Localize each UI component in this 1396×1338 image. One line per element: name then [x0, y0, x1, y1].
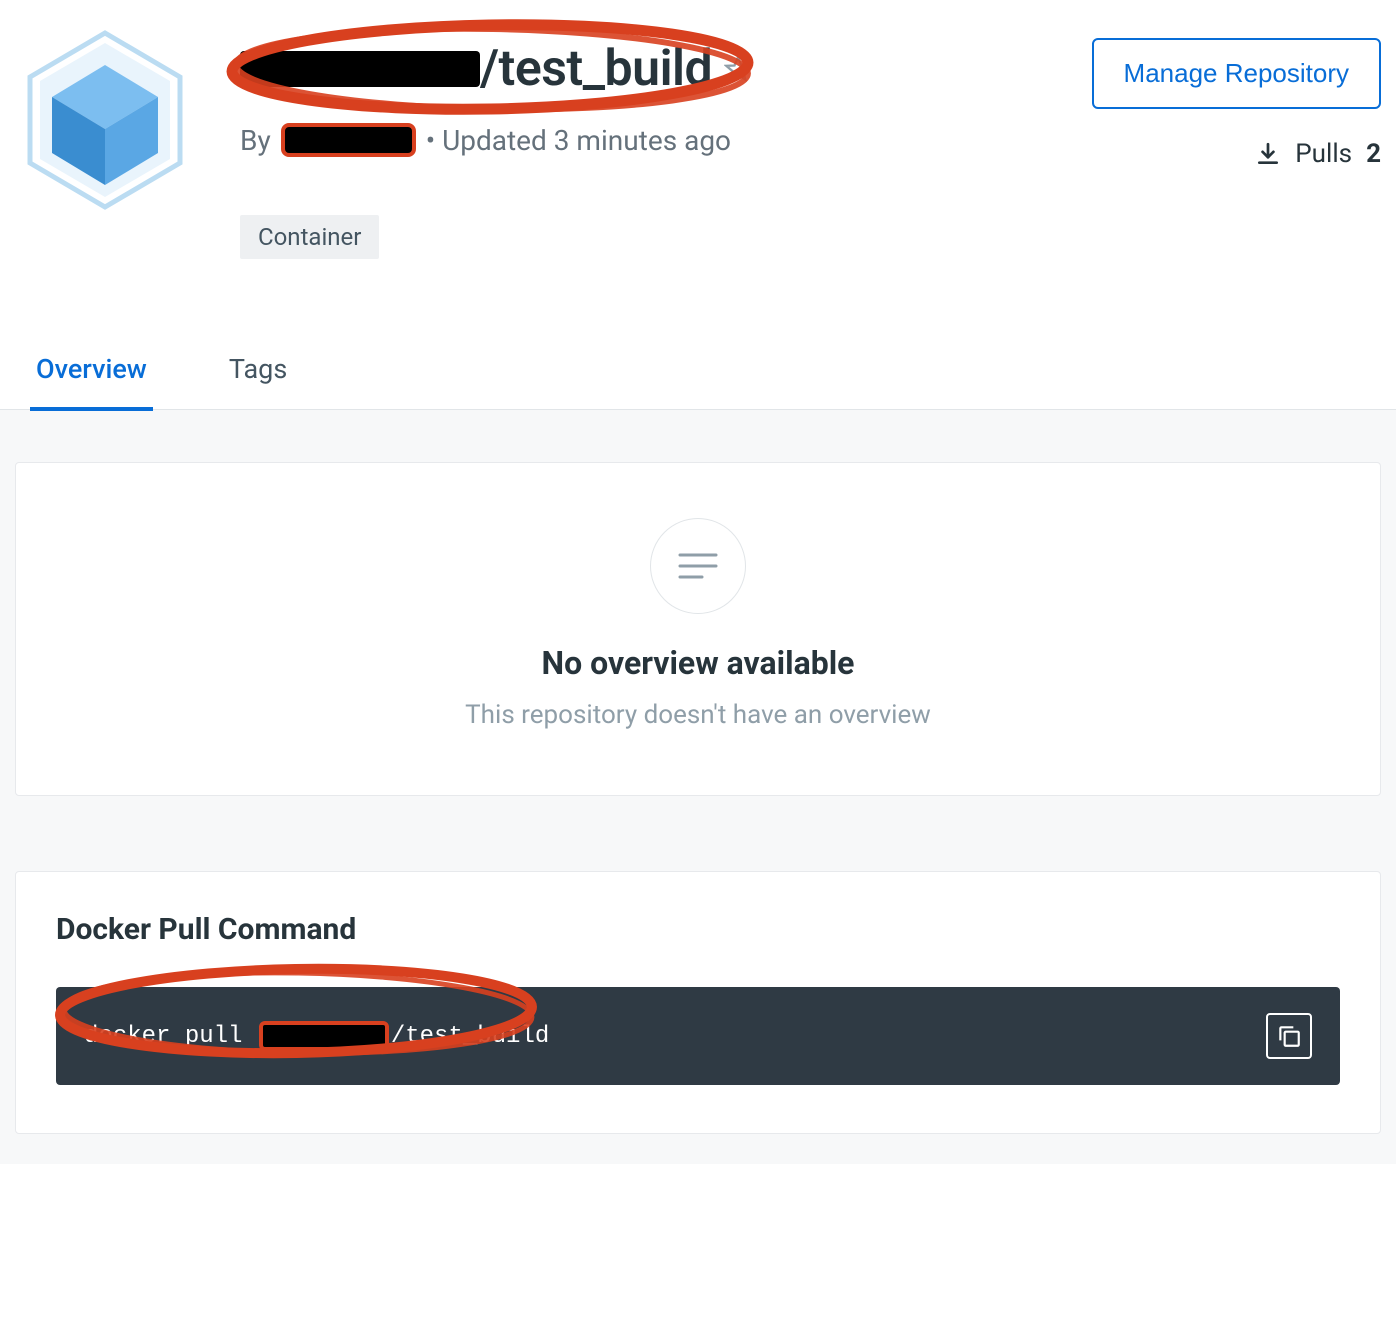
copy-icon [1276, 1023, 1302, 1049]
cube-icon [20, 25, 190, 215]
no-overview-title: No overview available [56, 644, 1340, 682]
pull-command-box: docker pull /test_build [56, 987, 1340, 1085]
download-icon [1255, 141, 1281, 167]
byline: By • Updated 3 minutes ago [240, 123, 1047, 157]
pulls-label: Pulls [1295, 139, 1352, 169]
updated-text: • Updated 3 minutes ago [426, 124, 731, 157]
no-overview-subtitle: This repository doesn't have an overview [56, 700, 1340, 730]
content: No overview available This repository do… [0, 410, 1396, 1164]
overview-placeholder-icon [650, 518, 746, 614]
repo-title: /test_build [240, 40, 712, 98]
repo-cube-icon [15, 20, 195, 220]
tab-tags[interactable]: Tags [223, 339, 293, 411]
lines-icon [678, 551, 718, 581]
redacted-namespace [240, 51, 480, 87]
pull-command-title: Docker Pull Command [56, 912, 1340, 947]
pull-command-suffix: /test_build [391, 1023, 549, 1050]
tag-chip-container[interactable]: Container [240, 215, 379, 259]
title-row: /test_build [240, 40, 1047, 98]
pull-command-prefix: docker pull [84, 1023, 257, 1050]
header-right: Manage Repository Pulls 2 [1092, 20, 1381, 169]
byline-prefix: By [240, 124, 271, 157]
overview-card: No overview available This repository do… [15, 462, 1381, 796]
repo-title-suffix: /test_build [480, 40, 712, 98]
pulls-count: 2 [1366, 139, 1381, 169]
tag-row: Container [240, 215, 1047, 259]
pull-command-card: Docker Pull Command docker pull /test_bu… [15, 871, 1381, 1134]
tabs: Overview Tags [0, 339, 1396, 410]
copy-command-button[interactable] [1266, 1013, 1312, 1059]
redacted-pull-namespace [259, 1021, 389, 1051]
pulls-stat: Pulls 2 [1255, 139, 1381, 169]
pull-command-text: docker pull /test_build [84, 1021, 549, 1051]
star-outline-icon[interactable] [724, 55, 752, 83]
redacted-author [281, 123, 416, 157]
manage-repository-button[interactable]: Manage Repository [1092, 38, 1381, 109]
title-area: /test_build By • Updated 3 minutes ago C… [240, 20, 1047, 259]
tab-overview[interactable]: Overview [30, 339, 153, 411]
repo-header: /test_build By • Updated 3 minutes ago C… [0, 0, 1396, 279]
